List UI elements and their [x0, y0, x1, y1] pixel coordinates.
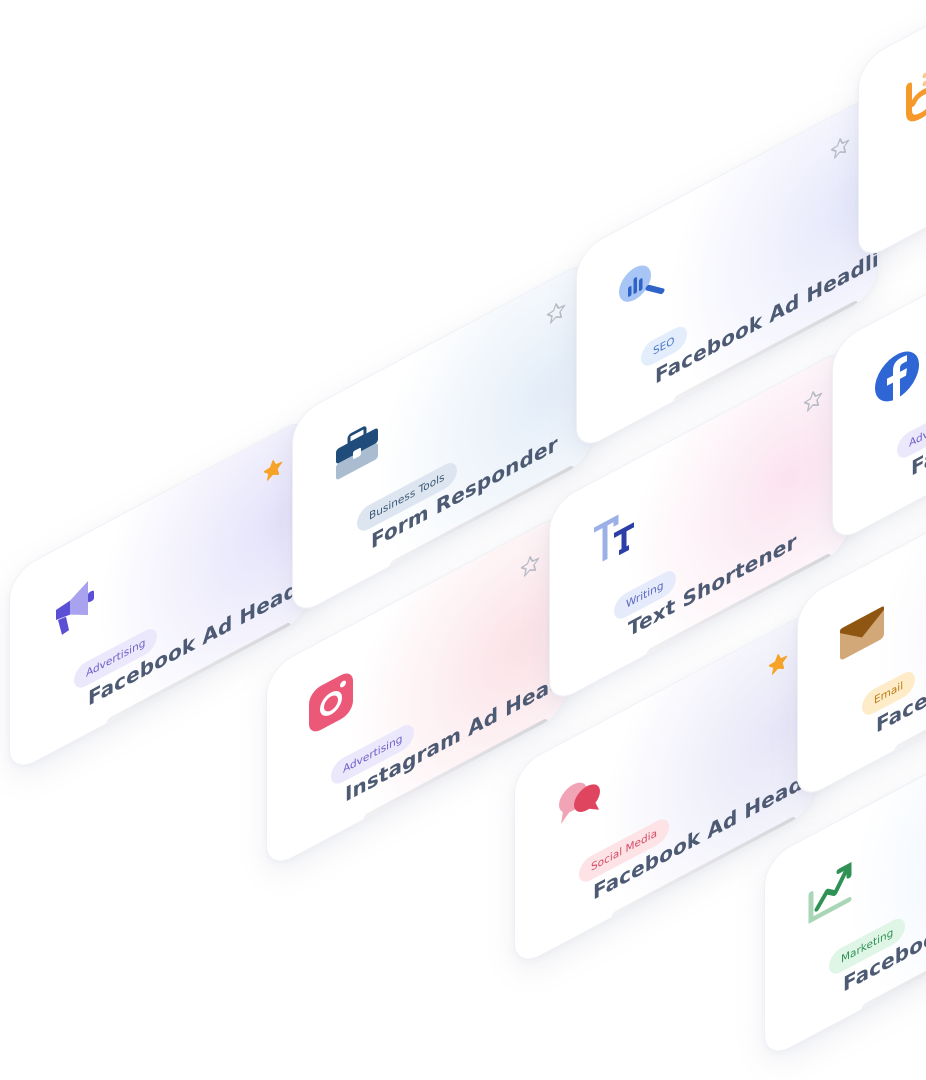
- envelope-icon: [838, 597, 886, 671]
- favorite-star-icon[interactable]: [829, 131, 851, 165]
- briefcase-icon: [333, 413, 381, 487]
- favorite-star-icon[interactable]: [767, 647, 789, 681]
- chat-bubbles-icon: [555, 764, 603, 838]
- card-title: Facebook Ad Headline: [843, 839, 926, 997]
- favorite-star-icon[interactable]: [802, 384, 824, 418]
- favorite-star-icon[interactable]: [545, 296, 567, 330]
- template-card[interactable]: [858, 0, 926, 264]
- wifi-logo-icon: [899, 58, 926, 132]
- favorite-star-icon[interactable]: [262, 453, 284, 487]
- instagram-icon: [307, 666, 355, 740]
- template-cards-showcase: Advertising Facebook Ad Headline Business …: [0, 0, 926, 1080]
- favorite-star-icon[interactable]: [519, 549, 541, 583]
- trend-up-icon: [805, 856, 853, 930]
- megaphone-icon: [50, 570, 98, 644]
- text-size-icon: [590, 501, 638, 575]
- seo-analytics-icon: [617, 248, 665, 322]
- facebook-icon: [873, 340, 921, 414]
